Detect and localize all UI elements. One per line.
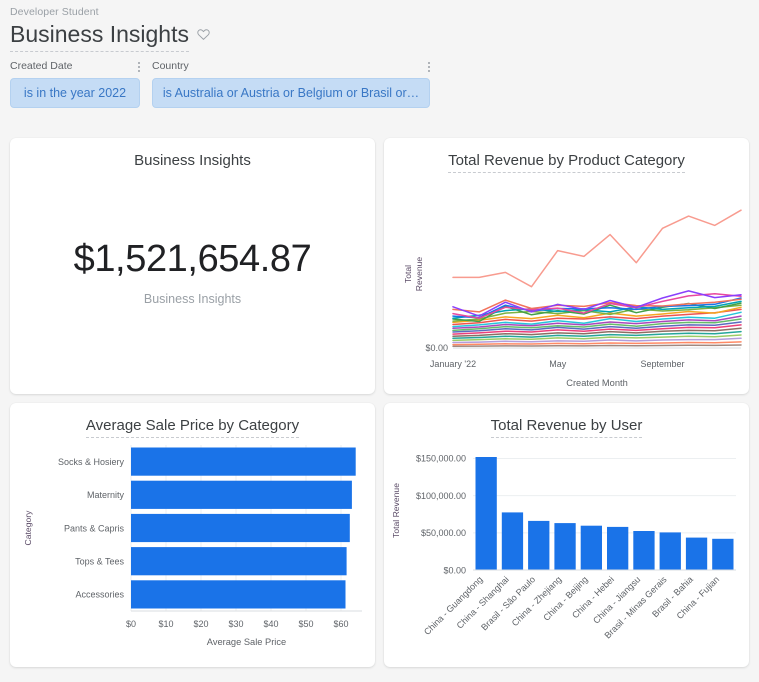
vbar-bar[interactable] — [685, 537, 708, 570]
horizontal-bar-chart[interactable]: Socks & Hosiery Maternity Pants & Capris To… — [10, 403, 375, 667]
hbar-xaxis-title: Average Sale Price — [207, 637, 286, 647]
line-chart-xaxis-title: Created Month — [566, 378, 628, 388]
hbar-category-label: Tops & Tees — [75, 557, 124, 567]
hbar-category-label: Accessories — [75, 590, 124, 600]
filter-country-label: Country — [152, 60, 189, 72]
line-chart-xtick: September — [640, 359, 684, 369]
dashboard-page: Developer Student Business Insights Crea… — [0, 0, 759, 682]
vbar-bar[interactable] — [659, 532, 681, 570]
vbar-yaxis-title: Total Revenue — [391, 483, 401, 538]
line-chart-yaxis-title-line1: Total — [403, 265, 413, 283]
hbar-xtick: $0 — [126, 619, 136, 629]
vbar-ytick: $0.00 — [443, 565, 466, 575]
hbar-bar[interactable] — [131, 513, 350, 543]
tile-average-sale-price-by-category[interactable]: Average Sale Price by Category Socks & H… — [10, 403, 375, 667]
vbar-bar[interactable] — [528, 520, 550, 570]
kebab-menu-icon[interactable] — [428, 60, 430, 72]
hbar-yaxis-title: Category — [23, 510, 33, 546]
filter-created-date: Created Date is in the year 2022 — [10, 60, 140, 108]
vbar-ytick: $50,000.00 — [421, 528, 466, 538]
hbar-xtick: $50 — [298, 619, 313, 629]
filter-country-value-text: is Australia or Austria or Belgium or Br… — [162, 86, 420, 100]
hbar-bar[interactable] — [131, 447, 356, 476]
line-chart[interactable]: $0.00 January '22 May September Created Mont… — [384, 138, 749, 394]
hbar-xtick: $30 — [228, 619, 243, 629]
filter-country: Country is Australia or Austria or Belgi… — [152, 60, 430, 108]
tile-total-revenue-by-product-category[interactable]: Total Revenue by Product Category $0.00 J… — [384, 138, 749, 394]
tile-business-insights-title: Business Insights — [10, 138, 375, 170]
vbar-bar[interactable] — [633, 531, 655, 570]
vertical-bar-chart[interactable]: China - GuangdongChina - ShanghaiBrasil … — [384, 403, 749, 667]
filter-created-date-label: Created Date — [10, 60, 73, 72]
hbar-bar[interactable] — [131, 580, 346, 609]
single-value-subtitle: Business Insights — [143, 292, 242, 307]
line-chart-yaxis-title-line2: Revenue — [414, 257, 424, 292]
kebab-menu-icon[interactable] — [138, 60, 140, 72]
vbar-bar[interactable] — [501, 512, 524, 570]
vbar-bar[interactable] — [580, 525, 602, 570]
dashboard-header: Developer Student Business Insights — [0, 0, 759, 52]
filter-created-date-value[interactable]: is in the year 2022 — [10, 78, 140, 108]
breadcrumb[interactable]: Developer Student — [10, 5, 749, 19]
vbar-bar[interactable] — [475, 457, 497, 570]
vbar-bar[interactable] — [607, 526, 629, 570]
title-row: Business Insights — [10, 20, 749, 52]
tile-business-insights-title-text: Business Insights — [134, 152, 251, 169]
line-chart-xtick: May — [549, 359, 567, 369]
hbar-bar[interactable] — [131, 547, 347, 576]
hbar-xtick: $10 — [158, 619, 173, 629]
hbar-bar[interactable] — [131, 480, 352, 509]
filter-bar: Created Date is in the year 2022 Country… — [0, 52, 759, 108]
hbar-category-label: Socks & Hosiery — [58, 457, 125, 467]
line-series-top-category — [452, 209, 742, 288]
vbar-bar[interactable] — [712, 538, 734, 570]
vbar-ytick: $150,000.00 — [416, 454, 466, 464]
hbar-xtick: $60 — [333, 619, 348, 629]
hbar-xtick: $20 — [193, 619, 208, 629]
line-series-s21 — [452, 344, 742, 348]
filter-country-head: Country — [152, 60, 430, 78]
hbar-category-label: Pants & Capris — [64, 523, 125, 533]
page-title: Business Insights — [10, 20, 189, 52]
vbar-ytick: $100,000.00 — [416, 491, 466, 501]
single-value: $1,521,654.87 — [73, 238, 312, 281]
hbar-category-label: Maternity — [87, 490, 125, 500]
line-chart-ytick: $0.00 — [425, 343, 448, 353]
tile-total-revenue-by-user[interactable]: Total Revenue by User China - Guangdong C… — [384, 403, 749, 667]
filter-country-value[interactable]: is Australia or Austria or Belgium or Br… — [152, 78, 430, 108]
filter-created-date-value-text: is in the year 2022 — [23, 86, 127, 100]
tile-business-insights[interactable]: Business Insights $1,521,654.87 Business… — [10, 138, 375, 394]
hbar-xtick: $40 — [263, 619, 278, 629]
line-chart-xtick: January '22 — [430, 359, 476, 369]
single-value-block: $1,521,654.87 Business Insights — [10, 236, 375, 306]
heart-icon[interactable] — [196, 27, 211, 42]
tile-grid: Business Insights $1,521,654.87 Business… — [10, 138, 749, 676]
vbar-bar[interactable] — [554, 523, 576, 570]
filter-created-date-head: Created Date — [10, 60, 140, 78]
